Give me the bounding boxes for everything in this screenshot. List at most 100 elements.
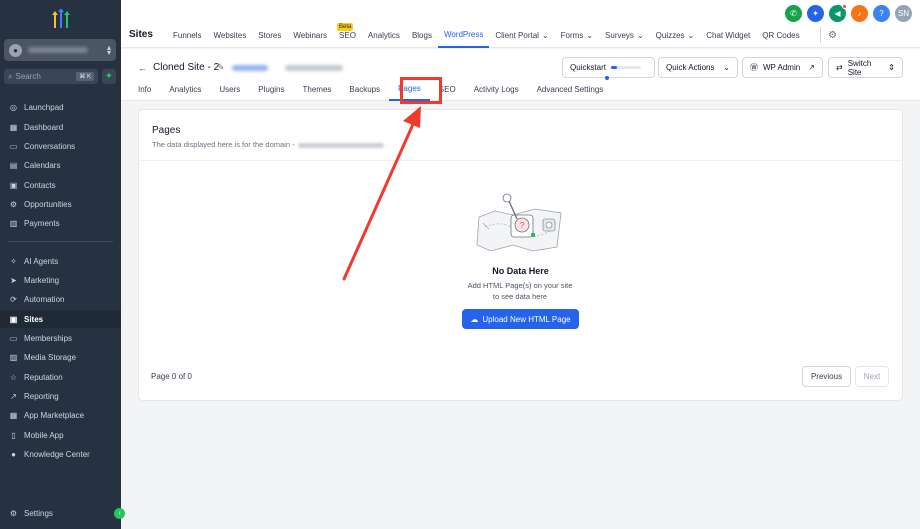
- phone-icon[interactable]: ✆: [785, 5, 802, 22]
- reporting-icon: ↗: [10, 391, 17, 401]
- tab-plugins[interactable]: Plugins: [249, 78, 293, 101]
- sidebar-item-knowledge-center[interactable]: ● Knowledge Center: [0, 445, 121, 463]
- tab-users[interactable]: Users: [210, 78, 249, 101]
- tab-seo[interactable]: Beta SEO: [333, 22, 362, 48]
- sidebar-item-media-storage[interactable]: ▨ Media Storage: [0, 348, 121, 366]
- pages-card: Pages The data displayed here is for the…: [138, 109, 903, 401]
- search-input[interactable]: ⌕ Search ⌘ K: [4, 69, 98, 84]
- quickstart-button[interactable]: Quickstart: [562, 57, 655, 78]
- chevron-down-icon: ⌄: [541, 30, 549, 40]
- tab-analytics[interactable]: Analytics: [362, 22, 406, 48]
- sidebar-item-sites[interactable]: ▣ Sites: [0, 310, 121, 328]
- external-link-icon: ↗: [808, 63, 815, 72]
- tab-info[interactable]: Info: [129, 78, 160, 101]
- tab-chat-widget[interactable]: Chat Widget: [700, 22, 756, 48]
- logo-icon: [52, 9, 70, 28]
- tab-activity-logs[interactable]: Activity Logs: [465, 78, 528, 101]
- search-icon: ⌕: [8, 71, 13, 81]
- tab-quizzes[interactable]: Quizzes ⌄: [650, 22, 701, 48]
- tab-websites[interactable]: Websites: [207, 22, 252, 48]
- chevron-down-icon: ⌄: [687, 30, 695, 40]
- gear-icon[interactable]: ⚙: [828, 30, 837, 41]
- sidebar-item-dashboard[interactable]: ▦ Dashboard: [0, 118, 121, 136]
- next-page-button[interactable]: Next: [855, 366, 889, 387]
- magic-wand-icon[interactable]: ✦: [807, 5, 824, 22]
- tab-webinars[interactable]: Webinars: [287, 22, 333, 48]
- mobile-icon: ▯: [11, 430, 16, 440]
- page-title: Sites: [129, 29, 153, 40]
- tab-forms[interactable]: Forms ⌄: [555, 22, 599, 48]
- sidebar-item-reporting[interactable]: ↗ Reporting: [0, 387, 121, 405]
- user-avatar[interactable]: SN: [895, 5, 912, 22]
- back-arrow-icon[interactable]: ←: [138, 63, 147, 73]
- gear-icon: ⚙: [9, 508, 18, 518]
- dashboard-icon: ▦: [9, 122, 18, 132]
- wordpress-icon: Ⓦ: [750, 63, 758, 72]
- tab-client-portal[interactable]: Client Portal ⌄: [489, 22, 554, 48]
- send-icon: ➤: [10, 275, 17, 285]
- card-subtitle: The data displayed here is for the domai…: [152, 140, 384, 149]
- quick-actions-button[interactable]: Quick Actions ⌄: [658, 57, 738, 78]
- sidebar-item-conversations[interactable]: ▭ Conversations: [0, 137, 121, 155]
- funnel-icon: ⚙: [9, 199, 18, 209]
- sidebar-item-automation[interactable]: ⟳ Automation: [0, 290, 121, 308]
- sidebar-item-settings[interactable]: ⚙ Settings: [0, 504, 121, 522]
- info-icon: ●: [11, 449, 16, 459]
- annotation-highlight-box: [400, 77, 442, 104]
- tab-themes[interactable]: Themes: [294, 78, 341, 101]
- pencil-icon[interactable]: ✎: [217, 62, 225, 73]
- sidebar-item-mobile-app[interactable]: ▯ Mobile App: [0, 426, 121, 444]
- sidebar-divider: [8, 241, 113, 242]
- sidebar-item-calendars[interactable]: ▤ Calendars: [0, 156, 121, 174]
- svg-text:?: ?: [520, 221, 525, 230]
- sidebar-item-app-marketplace[interactable]: ▦ App Marketplace: [0, 406, 121, 424]
- payments-icon: ▥: [9, 218, 18, 228]
- beta-badge: Beta: [337, 23, 354, 31]
- site-tabs: Info Analytics Users Plugins Themes Back…: [129, 78, 612, 101]
- sidebar-item-launchpad[interactable]: ◎ Launchpad: [0, 98, 121, 116]
- sidebar-item-marketing[interactable]: ➤ Marketing: [0, 271, 121, 289]
- tab-surveys[interactable]: Surveys ⌄: [599, 22, 650, 48]
- tab-funnels[interactable]: Funnels: [167, 22, 207, 48]
- sidebar-item-opportunities[interactable]: ⚙ Opportunities: [0, 195, 121, 213]
- star-icon: ☆: [9, 372, 18, 382]
- megaphone-icon[interactable]: ◀: [829, 4, 847, 22]
- sidebar-item-reputation[interactable]: ☆ Reputation: [0, 368, 121, 386]
- top-nav: Funnels Websites Stores Webinars Beta SEO…: [167, 22, 806, 48]
- chevron-down-icon: ⌄: [586, 30, 594, 40]
- tab-stores[interactable]: Stores: [252, 22, 287, 48]
- bell-icon[interactable]: ♪: [851, 5, 868, 22]
- tab-site-analytics[interactable]: Analytics: [160, 78, 210, 101]
- upload-html-page-button[interactable]: ☁ Upload New HTML Page: [462, 309, 579, 329]
- tab-wordpress[interactable]: WordPress: [437, 22, 490, 48]
- quick-add-button[interactable]: ✦: [102, 69, 116, 84]
- launchpad-icon: ◎: [10, 102, 17, 112]
- wp-admin-button[interactable]: Ⓦ WP Admin ↗: [742, 57, 823, 78]
- collapse-sidebar-button[interactable]: ‹: [114, 508, 125, 519]
- previous-page-button[interactable]: Previous: [802, 366, 851, 387]
- account-name-redacted: [28, 47, 88, 53]
- help-icon[interactable]: ?: [873, 5, 890, 22]
- account-switcher[interactable]: ● ▴ ▾: [4, 39, 116, 61]
- sidebar: ● ▴ ▾ ⌕ Search ⌘ K ✦ ◎ Launchpad ▦ Dashboar…: [0, 0, 121, 529]
- domain-redacted: [297, 142, 384, 148]
- top-bar: Sites Funnels Websites Stores Webinars B…: [121, 0, 920, 48]
- sidebar-item-payments[interactable]: ▥ Payments: [0, 214, 121, 232]
- sidebar-item-contacts[interactable]: ▣ Contacts: [0, 176, 121, 194]
- empty-state-title: No Data Here: [492, 266, 549, 276]
- contacts-icon: ▣: [9, 180, 18, 190]
- search-placeholder: Search: [15, 72, 41, 81]
- site-header: ← Cloned Site - 2 ✎ Quickstart Quick Act…: [121, 49, 920, 101]
- sites-icon: ▣: [9, 314, 18, 324]
- empty-state-illustration: ?: [476, 193, 562, 252]
- card-divider: [139, 160, 902, 161]
- sidebar-item-ai-agents[interactable]: ✧ AI Agents: [0, 252, 121, 270]
- sidebar-item-memberships[interactable]: ▭ Memberships: [0, 329, 121, 347]
- tab-blogs[interactable]: Blogs: [406, 22, 438, 48]
- switch-site-button[interactable]: ⇄ Switch Site ⇕: [828, 57, 903, 78]
- tab-backups[interactable]: Backups: [340, 78, 389, 101]
- chat-icon: ▭: [9, 141, 18, 151]
- automation-icon: ⟳: [10, 294, 17, 304]
- tab-advanced-settings[interactable]: Advanced Settings: [528, 78, 613, 101]
- tab-qr-codes[interactable]: QR Codes: [756, 22, 805, 48]
